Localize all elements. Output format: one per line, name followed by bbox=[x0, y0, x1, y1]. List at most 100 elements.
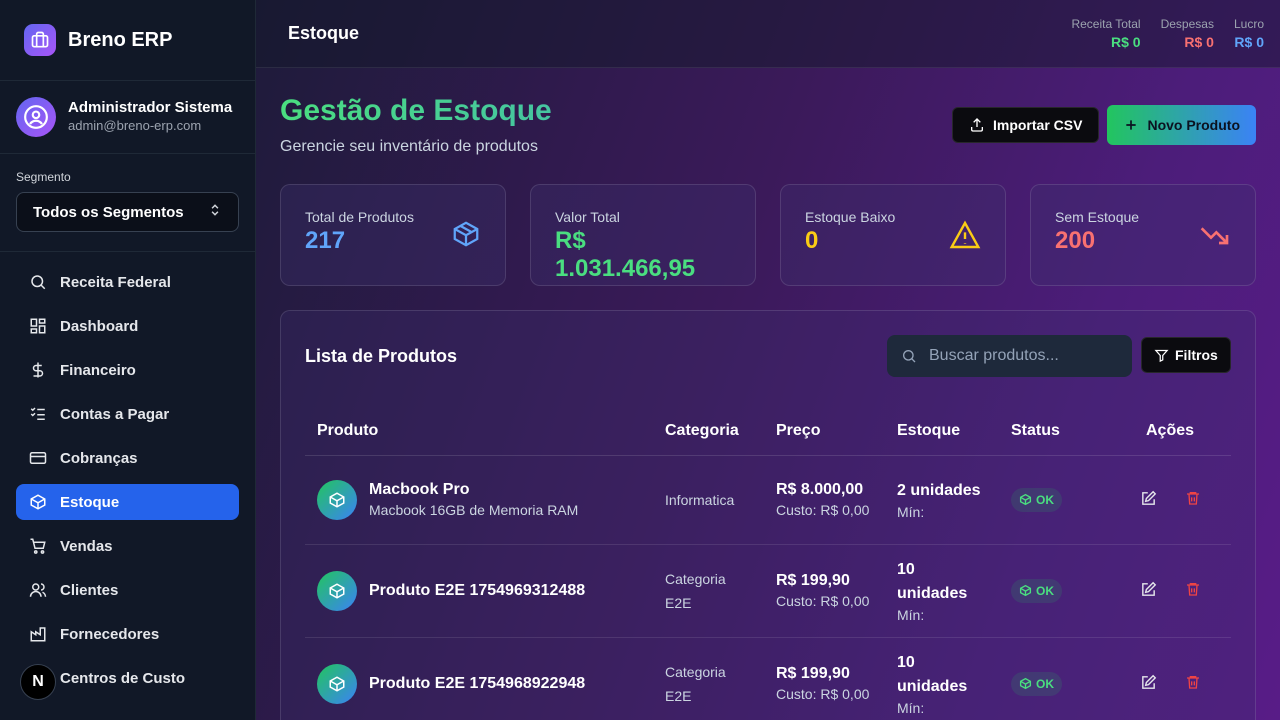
col-estoque[interactable]: Estoque bbox=[885, 407, 999, 456]
table-row[interactable]: Produto E2E 1754969312488 Categoria E2E … bbox=[305, 544, 1231, 638]
package-icon bbox=[317, 663, 357, 704]
import-csv-button[interactable]: Importar CSV bbox=[951, 107, 1100, 143]
package-icon bbox=[1019, 493, 1032, 506]
nav-item-receita-federal[interactable]: Receita Federal bbox=[16, 264, 239, 300]
status-badge: OK bbox=[1011, 487, 1062, 512]
nav-item-contas-a-pagar[interactable]: Contas a Pagar bbox=[16, 396, 239, 432]
nav-label: Estoque bbox=[60, 493, 120, 511]
col-categoria[interactable]: Categoria bbox=[653, 407, 764, 456]
kpi-despesas: Despesas R$ 0 bbox=[1161, 16, 1214, 52]
kpi-label: Lucro bbox=[1233, 16, 1264, 31]
next-icon[interactable]: N bbox=[20, 664, 56, 700]
nav-item-estoque[interactable]: Estoque bbox=[16, 484, 239, 520]
nav-label: Dashboard bbox=[60, 317, 139, 335]
product-min: Mín: bbox=[897, 503, 925, 520]
delete-icon[interactable] bbox=[1185, 581, 1201, 601]
product-name: Produto E2E 1754969312488 bbox=[369, 581, 586, 599]
segment-selected-value: Todos os Segmentos bbox=[33, 203, 184, 221]
col-preco[interactable]: Preço bbox=[764, 407, 885, 456]
kpi-value: R$ 0 bbox=[1234, 33, 1264, 50]
nav-label: Fornecedores bbox=[60, 625, 160, 643]
import-csv-label: Importar CSV bbox=[992, 117, 1083, 133]
product-name: Produto E2E 1754968922948 bbox=[369, 674, 586, 692]
upload-icon bbox=[970, 118, 983, 132]
table-header: Produto Categoria Preço Estoque Status A… bbox=[305, 407, 1231, 456]
product-price: R$ 199,90 bbox=[776, 664, 850, 682]
checklist-icon bbox=[28, 404, 48, 424]
brand[interactable]: Breno ERP bbox=[0, 0, 255, 81]
search-icon bbox=[28, 272, 48, 292]
content: Gestão de Estoque Gerencie seu inventári… bbox=[256, 68, 1280, 720]
product-cost: Custo: R$ 0,00 bbox=[776, 501, 870, 518]
users-icon bbox=[28, 580, 48, 600]
nav-label: Clientes bbox=[60, 581, 119, 599]
col-acoes: Ações bbox=[1109, 407, 1231, 456]
nav-label: Centros de Custo bbox=[60, 669, 186, 687]
products-panel: Lista de Produtos Filtros Produto Catego… bbox=[280, 310, 1256, 720]
topbar-title: Estoque bbox=[288, 23, 360, 43]
product-stock: 2 unidades bbox=[897, 481, 981, 499]
dashboard-icon bbox=[28, 316, 48, 336]
search-input[interactable] bbox=[929, 347, 1119, 365]
kpi-value: R$ 0 bbox=[1111, 33, 1141, 50]
col-status[interactable]: Status bbox=[999, 407, 1109, 456]
stats-row: Total de Produtos 217 Valor Total R$ 1.0… bbox=[280, 184, 1256, 286]
delete-icon[interactable] bbox=[1185, 674, 1201, 694]
product-name: Macbook Pro bbox=[369, 481, 470, 498]
nav-label: Vendas bbox=[60, 537, 113, 555]
col-produto[interactable]: Produto bbox=[305, 407, 653, 456]
table-row[interactable]: Macbook Pro Macbook 16GB de Memoria RAM … bbox=[305, 455, 1231, 545]
product-price: R$ 8.000,00 bbox=[776, 480, 864, 498]
main-area: Estoque Receita Total R$ 0 Despesas R$ 0… bbox=[256, 0, 1280, 720]
kpi-value: R$ 0 bbox=[1184, 33, 1214, 50]
product-category: Categoria E2E bbox=[653, 637, 764, 720]
edit-icon[interactable] bbox=[1140, 490, 1157, 510]
product-search[interactable] bbox=[887, 335, 1132, 377]
stat-valor-total: Valor Total R$ 1.031.466,95 bbox=[530, 184, 756, 286]
segment-select[interactable]: Todos os Segmentos bbox=[16, 192, 239, 232]
nav-item-cobrancas[interactable]: Cobranças bbox=[16, 440, 239, 476]
stat-sem-estoque: Sem Estoque 200 bbox=[1030, 184, 1256, 286]
package-icon bbox=[1019, 677, 1032, 690]
sidebar-nav: Receita Federal Dashboard Financeiro Con… bbox=[0, 264, 255, 696]
nav-label: Receita Federal bbox=[60, 273, 171, 291]
kpi-label: Despesas bbox=[1160, 16, 1214, 31]
product-min: Mín: bbox=[897, 606, 925, 623]
product-category: Informatica bbox=[653, 455, 764, 545]
dollar-icon bbox=[28, 360, 48, 380]
new-product-label: Novo Produto bbox=[1147, 117, 1240, 133]
edit-icon[interactable] bbox=[1140, 581, 1157, 601]
nav-item-clientes[interactable]: Clientes bbox=[16, 572, 239, 608]
edit-icon[interactable] bbox=[1140, 674, 1157, 694]
products-table: Produto Categoria Preço Estoque Status A… bbox=[305, 407, 1231, 720]
product-desc: Macbook 16GB de Memoria RAM bbox=[369, 502, 579, 518]
table-row[interactable]: Produto E2E 1754968922948 Categoria E2E … bbox=[305, 637, 1231, 720]
nav-item-financeiro[interactable]: Financeiro bbox=[16, 352, 239, 388]
status-badge: OK bbox=[1011, 671, 1062, 696]
stat-estoque-baixo: Estoque Baixo 0 bbox=[780, 184, 1006, 286]
package-icon bbox=[28, 492, 48, 512]
trending-down-icon bbox=[1199, 219, 1231, 256]
status-text: OK bbox=[1036, 583, 1054, 598]
nav-item-dashboard[interactable]: Dashboard bbox=[16, 308, 239, 344]
credit-card-icon bbox=[28, 448, 48, 468]
new-product-button[interactable]: Novo Produto bbox=[1107, 105, 1256, 145]
delete-icon[interactable] bbox=[1185, 490, 1201, 510]
package-icon bbox=[1019, 584, 1032, 597]
kpi-label: Receita Total bbox=[1071, 16, 1141, 31]
kpi-lucro: Lucro R$ 0 bbox=[1234, 16, 1264, 52]
nav-item-fornecedores[interactable]: Fornecedores bbox=[16, 616, 239, 652]
plus-icon bbox=[1126, 120, 1137, 130]
user-email: admin@breno-erp.com bbox=[68, 118, 202, 133]
briefcase-icon bbox=[24, 24, 56, 56]
filters-button[interactable]: Filtros bbox=[1141, 337, 1231, 373]
chevron-up-down-icon bbox=[208, 203, 222, 221]
nav-item-vendas[interactable]: Vendas bbox=[16, 528, 239, 564]
user-profile[interactable]: Administrador Sistema admin@breno-erp.co… bbox=[0, 81, 255, 154]
package-icon bbox=[451, 219, 481, 254]
sidebar: Breno ERP Administrador Sistema admin@br… bbox=[0, 0, 256, 720]
user-name: Administrador Sistema bbox=[68, 99, 233, 116]
segment-label: Segmento bbox=[16, 170, 71, 184]
product-stock: 10 unidades bbox=[897, 653, 968, 695]
kpi-receita-total: Receita Total R$ 0 bbox=[1071, 16, 1140, 52]
